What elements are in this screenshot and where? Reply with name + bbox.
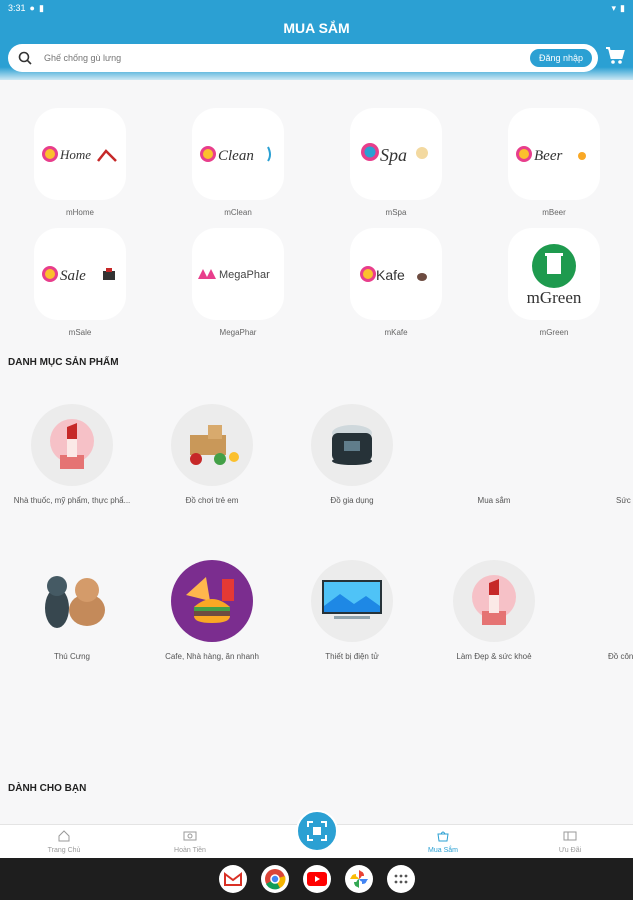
category-label: Làm Đẹp & sức khoẻ	[456, 652, 532, 661]
login-button[interactable]: Đăng nhập	[529, 49, 592, 67]
qr-scan-button[interactable]	[296, 810, 338, 852]
page-title: MUA SẮM	[283, 20, 350, 36]
lipstick-icon	[453, 560, 535, 642]
more-image	[564, 560, 633, 642]
mspa-logo-text: Spa	[380, 145, 407, 165]
cart-icon[interactable]	[605, 46, 625, 66]
mhome-logo: Home	[34, 108, 126, 200]
system-dock	[0, 858, 633, 900]
status-bar: 3:31 ● ▮ ▾ ▮	[0, 0, 633, 16]
brand-mspa[interactable]: Spa mSpa	[350, 108, 442, 217]
brand-mkafe[interactable]: Kafe mKafe	[350, 228, 442, 337]
home-icon	[58, 830, 70, 842]
category-label: Cafe, Nhà hàng, ăn nhanh	[165, 652, 259, 661]
search-icon[interactable]	[18, 51, 32, 65]
youtube-icon[interactable]	[302, 865, 331, 893]
fast-food-icon	[171, 560, 253, 642]
nav-offers[interactable]: Ưu Đãi	[530, 830, 610, 854]
brand-mhome[interactable]: Home mHome	[34, 108, 126, 217]
brand-mgreen[interactable]: mGreen mGreen	[508, 228, 600, 337]
msale-logo: Sale	[34, 228, 126, 320]
status-time: 3:31	[8, 3, 26, 13]
category-label: Thiết bị điện tử	[325, 652, 379, 661]
nav-cashback[interactable]: Hoàn Tiền	[150, 830, 230, 854]
nav-label: Mua Sắm	[428, 847, 458, 854]
category-beauty[interactable]: Làm Đẹp & sức khoẻ	[424, 560, 564, 661]
brand-mbeer[interactable]: Beer mBeer	[508, 108, 600, 217]
category-label: Mua sắm	[477, 496, 511, 505]
megaphar-logo-text: MegaPhar	[219, 269, 270, 281]
photos-icon[interactable]	[344, 865, 373, 893]
category-label: Nhà thuốc, mỹ phẩm, thực phẩ...	[13, 496, 131, 505]
notification-icon: ●	[29, 3, 35, 13]
section-title-for-you: DÀNH CHO BẠN	[8, 783, 87, 794]
category-pets[interactable]: Thú Cưng	[2, 560, 142, 661]
mkafe-logo-text: Kafe	[376, 267, 405, 283]
cashback-icon	[183, 831, 197, 841]
category-household[interactable]: Đồ gia dụng	[282, 404, 422, 505]
gmail-icon[interactable]	[218, 865, 247, 893]
toy-icon	[171, 404, 253, 486]
category-more[interactable]: Đồ côn	[564, 560, 633, 661]
battery-icon: ▮	[620, 2, 625, 13]
mspa-logo: Spa	[350, 108, 442, 200]
mgreen-logo: mGreen	[508, 228, 600, 320]
shopping-bag-icon	[437, 831, 449, 842]
megaphar-logo: MegaPhar	[192, 228, 284, 320]
brand-label: mHome	[65, 208, 94, 217]
search-input[interactable]	[44, 53, 530, 63]
category-label: Đồ gia dụng	[330, 496, 374, 505]
brand-label: mSpa	[385, 208, 407, 217]
offers-icon	[563, 831, 577, 841]
category-label: Thú Cưng	[53, 652, 91, 661]
mgreen-logo-text: mGreen	[526, 288, 582, 307]
category-pharmacy[interactable]: Nhà thuốc, mỹ phẩm, thực phẩ...	[2, 404, 142, 505]
mclean-logo-text: Clean	[218, 148, 254, 164]
shopping-image	[453, 404, 535, 486]
category-food[interactable]: Cafe, Nhà hàng, ăn nhanh	[142, 560, 282, 661]
chrome-icon[interactable]	[260, 865, 289, 893]
recycle-bin-icon	[532, 244, 576, 288]
brand-mclean[interactable]: Clean mClean	[192, 108, 284, 217]
msale-logo-text: Sale	[60, 268, 86, 284]
lipstick-icon	[31, 404, 113, 486]
section-title-categories: DANH MỤC SẢN PHẨM	[8, 357, 119, 368]
category-label: Sức	[616, 496, 631, 505]
header: MUA SẮM Đăng nhập	[0, 16, 633, 80]
brand-label: mClean	[224, 208, 252, 217]
brand-msale[interactable]: Sale mSale	[34, 228, 126, 337]
category-label: Đồ chơi trẻ em	[185, 496, 239, 505]
mbeer-logo-text: Beer	[534, 148, 562, 164]
brand-label: MegaPhar	[219, 328, 257, 337]
sim-icon: ▮	[38, 2, 44, 13]
tv-icon	[311, 560, 393, 642]
wifi-icon: ▾	[611, 2, 617, 13]
brand-megaphar[interactable]: MegaPhar MegaPhar	[192, 228, 284, 337]
category-electronics[interactable]: Thiết bị điện tử	[282, 560, 422, 661]
app-drawer-icon[interactable]	[386, 865, 415, 893]
pets-image	[31, 560, 113, 642]
nav-home[interactable]: Trang Chủ	[24, 830, 104, 854]
search-bar[interactable]: Đăng nhập	[8, 44, 598, 72]
brand-label: mSale	[68, 328, 92, 337]
mhome-logo-text: Home	[59, 147, 91, 162]
nav-label: Trang Chủ	[47, 847, 81, 854]
nav-shopping[interactable]: Mua Sắm	[403, 830, 483, 854]
brand-label: mBeer	[542, 208, 566, 217]
nav-label: Hoàn Tiền	[174, 847, 206, 854]
nav-label: Ưu Đãi	[558, 847, 582, 854]
category-label: Đồ côn	[608, 652, 633, 661]
brand-label: mGreen	[539, 328, 569, 337]
qr-scan-icon	[307, 821, 327, 841]
brand-label: mKafe	[384, 328, 408, 337]
category-shopping[interactable]: Mua sắm	[424, 404, 564, 505]
category-health[interactable]: Sức	[564, 404, 633, 505]
mkafe-logo: Kafe	[350, 228, 442, 320]
mclean-logo: Clean	[192, 108, 284, 200]
category-toys[interactable]: Đồ chơi trẻ em	[142, 404, 282, 505]
rice-cooker-icon	[311, 404, 393, 486]
health-image	[564, 404, 633, 486]
mbeer-logo: Beer	[508, 108, 600, 200]
